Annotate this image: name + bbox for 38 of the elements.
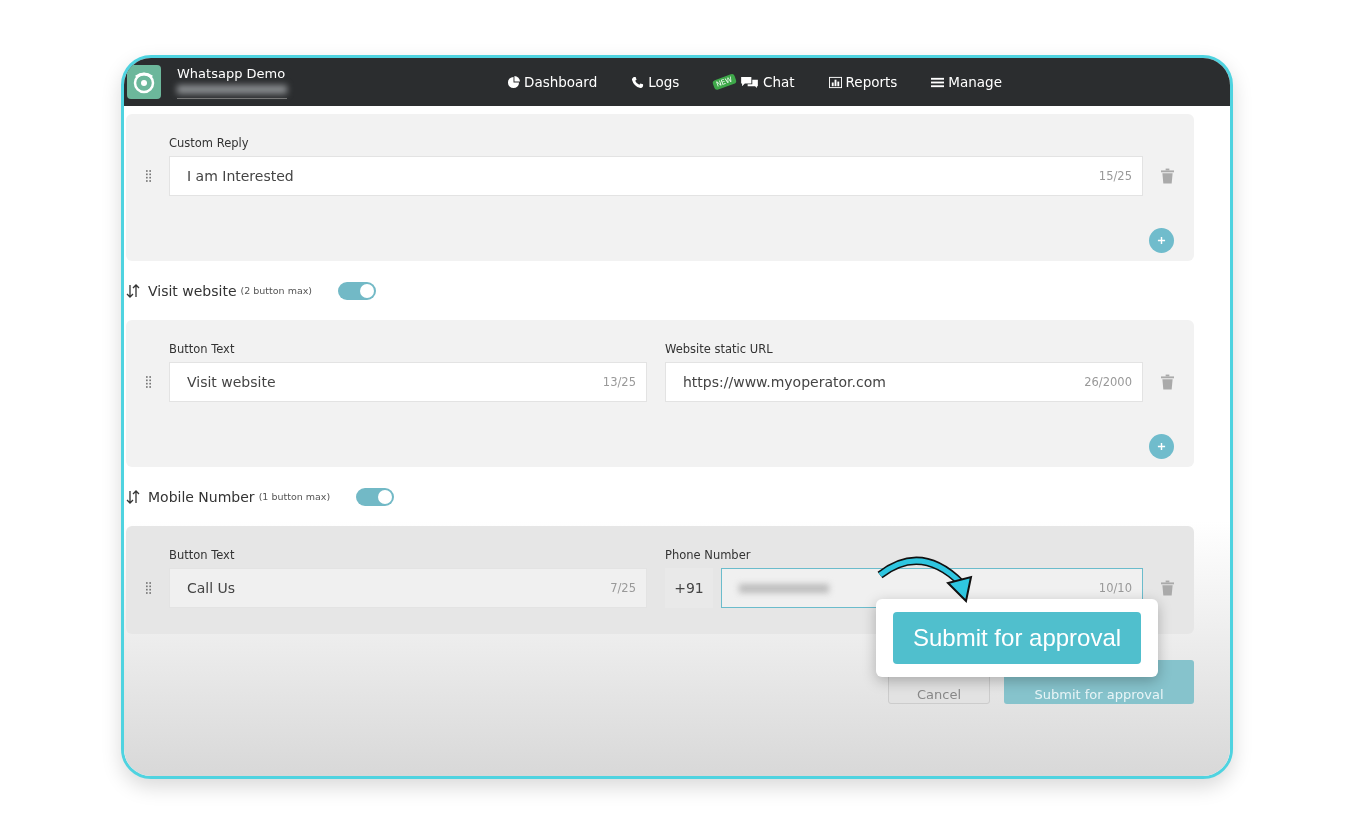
plus-icon bbox=[1157, 236, 1166, 245]
input-field[interactable]: Call Us 7/25 bbox=[169, 568, 647, 608]
add-button[interactable] bbox=[1149, 434, 1174, 459]
input-field[interactable]: I am Interested 15/25 bbox=[169, 156, 1143, 196]
bar-chart-icon bbox=[828, 75, 842, 89]
trash-icon[interactable] bbox=[1161, 374, 1174, 390]
sort-arrows-icon[interactable] bbox=[126, 489, 140, 504]
toggle-switch[interactable] bbox=[338, 281, 377, 300]
chat-bubbles-icon bbox=[740, 75, 759, 89]
nav-link[interactable]: Manage bbox=[931, 74, 1002, 90]
drag-handle-icon[interactable] bbox=[146, 581, 151, 595]
field-label: Button Text bbox=[169, 342, 236, 356]
trash-icon[interactable] bbox=[1161, 580, 1174, 596]
field-label: Phone Number bbox=[665, 548, 752, 562]
drag-handle-icon[interactable] bbox=[146, 375, 151, 389]
toggle-switch[interactable] bbox=[356, 487, 395, 506]
account-name: Whatsapp Demo bbox=[177, 65, 287, 81]
input-field[interactable]: https://www.myoperator.com 26/2000 bbox=[665, 362, 1143, 402]
pie-chart-icon bbox=[507, 75, 520, 89]
section-title: Mobile Number bbox=[148, 488, 255, 505]
phone-logo-icon bbox=[127, 65, 161, 99]
field-label: Button Text bbox=[169, 548, 236, 562]
drag-handle-icon[interactable] bbox=[146, 169, 151, 183]
sort-arrows-icon[interactable] bbox=[126, 283, 140, 298]
field-label: Website static URL bbox=[665, 342, 774, 356]
nav-link[interactable]: Reports bbox=[828, 74, 898, 90]
input-field[interactable]: Visit website 13/25 bbox=[169, 362, 647, 402]
section-hint: (1 button max) bbox=[258, 491, 331, 502]
nav-link[interactable]: Logs bbox=[631, 74, 680, 90]
trash-icon[interactable] bbox=[1161, 168, 1174, 184]
field-label: Custom Reply bbox=[169, 136, 250, 150]
phone-icon bbox=[631, 75, 645, 89]
plus-icon bbox=[1157, 442, 1166, 451]
add-button[interactable] bbox=[1149, 228, 1174, 253]
section-hint: (2 button max) bbox=[240, 285, 313, 296]
nav-link[interactable]: Dashboard bbox=[507, 74, 598, 90]
menu-icon bbox=[931, 75, 945, 89]
section-title: Visit website bbox=[148, 282, 237, 299]
